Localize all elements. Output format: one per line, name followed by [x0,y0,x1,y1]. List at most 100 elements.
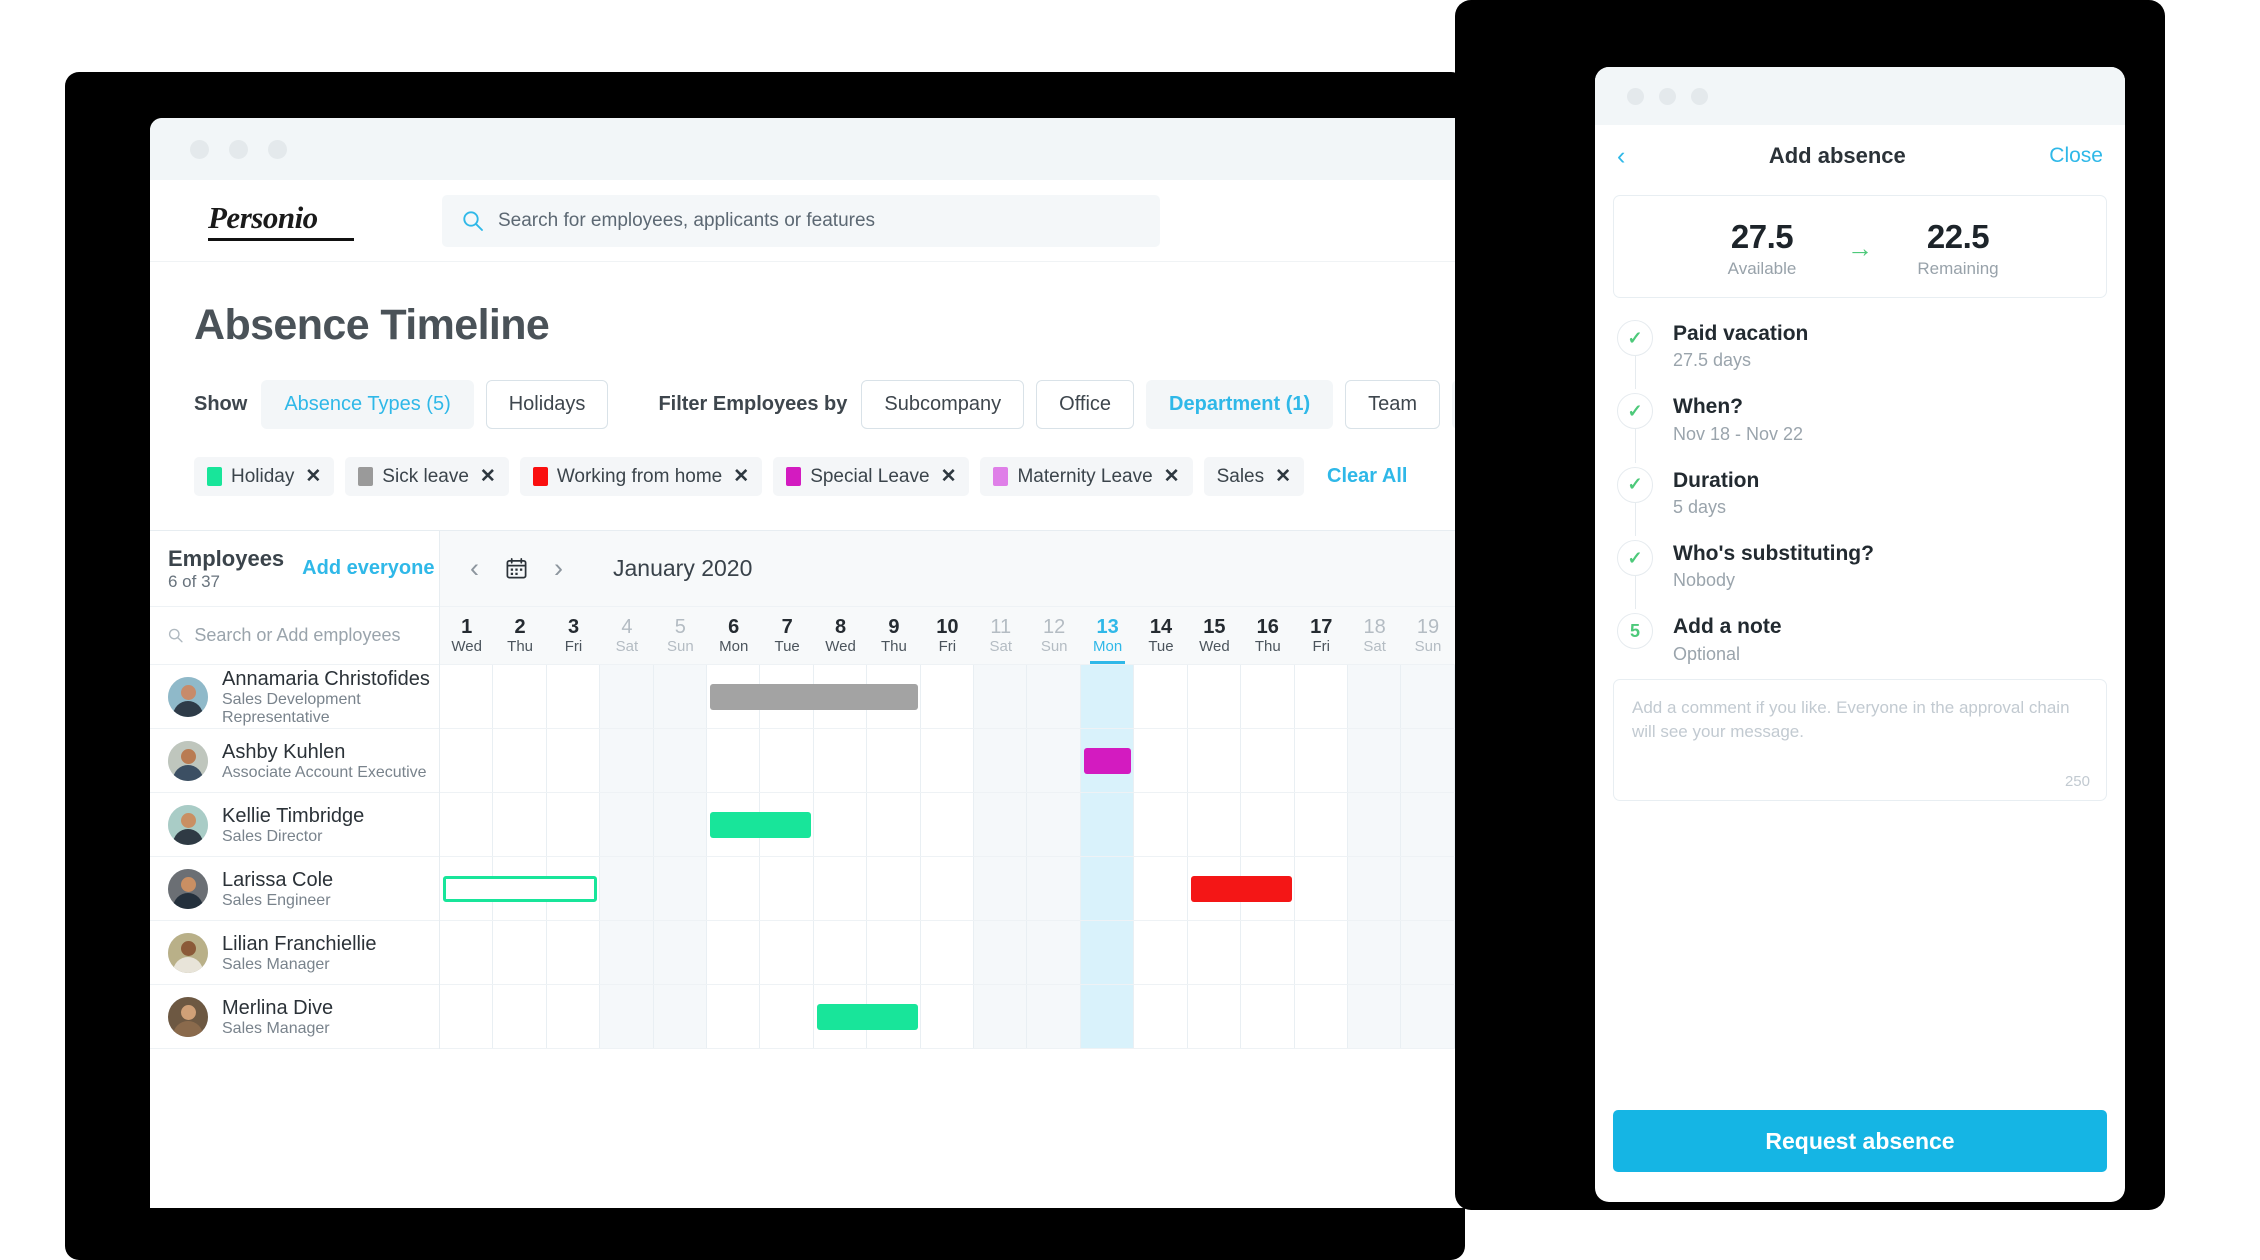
tag-remove-icon[interactable]: ✕ [1164,465,1180,488]
day-weekday: Tue [774,637,800,655]
panel-footer: Request absence [1595,1110,2125,1202]
absence-step[interactable]: ✓ Who's substituting? Nobody [1617,540,2107,613]
calendar-day-header[interactable]: 3 Fri [547,607,600,664]
window-close-dot[interactable] [190,139,209,159]
tag-special-leave[interactable]: Special Leave ✕ [773,457,970,496]
tag-remove-icon[interactable]: ✕ [1275,465,1291,488]
tag-remove-icon[interactable]: ✕ [480,465,496,488]
absence-bar[interactable] [710,811,811,838]
calendar-day-header[interactable]: 18 Sat [1348,607,1401,664]
calendar-day-header[interactable]: 5 Sun [654,607,707,664]
panel-header: ‹ Add absence Close [1595,125,2125,187]
calendar-day-header[interactable]: 19 Sun [1401,607,1454,664]
calendar-day-headers: 1 Wed 2 Thu 3 Fri 4 Sat 5 Sun 6 Mon 7 Tue 8 Wed 9 Thu 10 Fr… [440,607,1615,665]
day-weekday: Wed [1199,637,1230,655]
absence-step[interactable]: ✓ Duration 5 days [1617,466,2107,540]
step-value: Optional [1673,643,1741,664]
calendar-icon[interactable] [505,557,528,580]
tag-sick-leave[interactable]: Sick leave ✕ [345,457,509,496]
filter-holidays[interactable]: Holidays [485,380,609,429]
employee-name: Larissa Cole [222,868,334,891]
calendar-day-header[interactable]: 15 Wed [1188,607,1241,664]
calendar-day-header[interactable]: 2 Thu [493,607,546,664]
tag-remove-icon[interactable]: ✕ [305,465,321,488]
calendar-day-header[interactable]: 11 Sat [974,607,1027,664]
employee-row[interactable]: Kellie Timbridge Sales Director [150,793,439,857]
tag-remove-icon[interactable]: ✕ [733,465,749,488]
tag-remove-icon[interactable]: ✕ [941,465,957,488]
next-month-icon[interactable]: › [554,555,563,582]
calendar-day-header[interactable]: 6 Mon [707,607,760,664]
tag-sales[interactable]: Sales ✕ [1203,457,1305,496]
window-maximize-dot[interactable] [268,139,287,159]
prev-month-icon[interactable]: ‹ [470,555,479,582]
chevron-left-icon[interactable]: ‹ [1617,143,1625,169]
window-maximize-dot[interactable] [1691,87,1708,105]
day-number: 2 [514,615,526,638]
calendar-day-header[interactable]: 13 Mon [1081,607,1134,664]
note-textarea[interactable]: Add a comment if you like. Everyone in t… [1613,678,2107,801]
employee-row[interactable]: Merlina Dive Sales Manager [150,985,439,1049]
remaining-value: 22.5 [1926,218,1990,255]
step-connector [1635,429,1636,463]
calendar-column: ‹ › January 2020 1 Wed 2 Thu 3 Fri 4 Sat… [440,531,1615,1049]
window-close-dot[interactable] [1627,87,1644,105]
tag-label: Sales [1216,465,1265,487]
day-weekday: Sat [1363,637,1386,655]
tag-maternity-leave[interactable]: Maternity Leave ✕ [980,457,1193,496]
absence-bar[interactable] [710,683,918,710]
absence-step[interactable]: ✓ When? Nov 18 - Nov 22 [1617,393,2107,466]
day-number: 4 [621,615,633,638]
calendar-day-header[interactable]: 17 Fri [1295,607,1348,664]
close-button[interactable]: Close [2049,144,2103,168]
filter-team[interactable]: Team [1345,380,1441,429]
step-title: Add a note [1673,615,1782,639]
avatar [168,676,208,717]
filter-department[interactable]: Department (1) [1146,380,1334,429]
calendar-day-header[interactable]: 4 Sat [600,607,653,664]
absence-bar[interactable] [1083,747,1132,774]
absence-bar[interactable] [443,875,598,902]
calendar-day-header[interactable]: 16 Thu [1241,607,1294,664]
absence-timeline: Employees 6 of 37 Add everyone Annamaria… [150,530,1615,1049]
calendar-day-header[interactable]: 14 Tue [1134,607,1187,664]
calendar-day-header[interactable]: 7 Tue [760,607,813,664]
add-everyone-button[interactable]: Add everyone [302,557,434,580]
window-minimize-dot[interactable] [1659,87,1676,105]
filter-absence-types[interactable]: Absence Types (5) [261,380,474,429]
calendar-day-header[interactable]: 8 Wed [814,607,867,664]
absence-step[interactable]: ✓ Paid vacation 27.5 days [1617,320,2107,393]
filter-office[interactable]: Office [1036,380,1135,429]
avatar [168,996,208,1037]
day-weekday: Wed [825,637,856,655]
window-minimize-dot[interactable] [229,139,248,159]
employee-row[interactable]: Annamaria Christofides Sales Development … [150,665,439,729]
clear-all-button[interactable]: Clear All [1327,465,1407,488]
absence-bar[interactable] [1190,875,1292,902]
step-title: Who's substituting? [1673,542,1874,566]
calendar-body [440,665,1615,1049]
employee-row[interactable]: Larissa Cole Sales Engineer [150,857,439,921]
tag-working-from-home[interactable]: Working from home ✕ [519,457,763,496]
calendar-day-header[interactable]: 9 Thu [867,607,920,664]
request-absence-button[interactable]: Request absence [1613,1110,2107,1172]
arrow-right-icon: → [1847,233,1873,263]
search-input[interactable] [498,209,1140,232]
filter-subcompany[interactable]: Subcompany [861,380,1025,429]
day-weekday: Mon [719,637,749,655]
tag-holiday[interactable]: Holiday ✕ [194,457,335,496]
global-search[interactable] [442,194,1160,247]
calendar-day-header[interactable]: 1 Wed [440,607,493,664]
absence-step[interactable]: 5 Add a note Optional [1617,613,2107,672]
absence-bar[interactable] [816,1003,918,1030]
employee-row[interactable]: Ashby Kuhlen Associate Account Executive [150,729,439,793]
note-placeholder: Add a comment if you like. Everyone in t… [1632,697,2070,742]
employee-search-input[interactable] [194,625,439,646]
calendar-day-header[interactable]: 10 Fri [921,607,974,664]
employee-role: Sales Director [222,827,323,845]
employee-search[interactable] [150,607,439,665]
app-header: Personio [150,180,1615,262]
calendar-day-header[interactable]: 12 Sun [1027,607,1080,664]
employee-row[interactable]: Lilian Franchiellie Sales Manager [150,921,439,985]
personio-logo[interactable]: Personio [208,200,354,241]
